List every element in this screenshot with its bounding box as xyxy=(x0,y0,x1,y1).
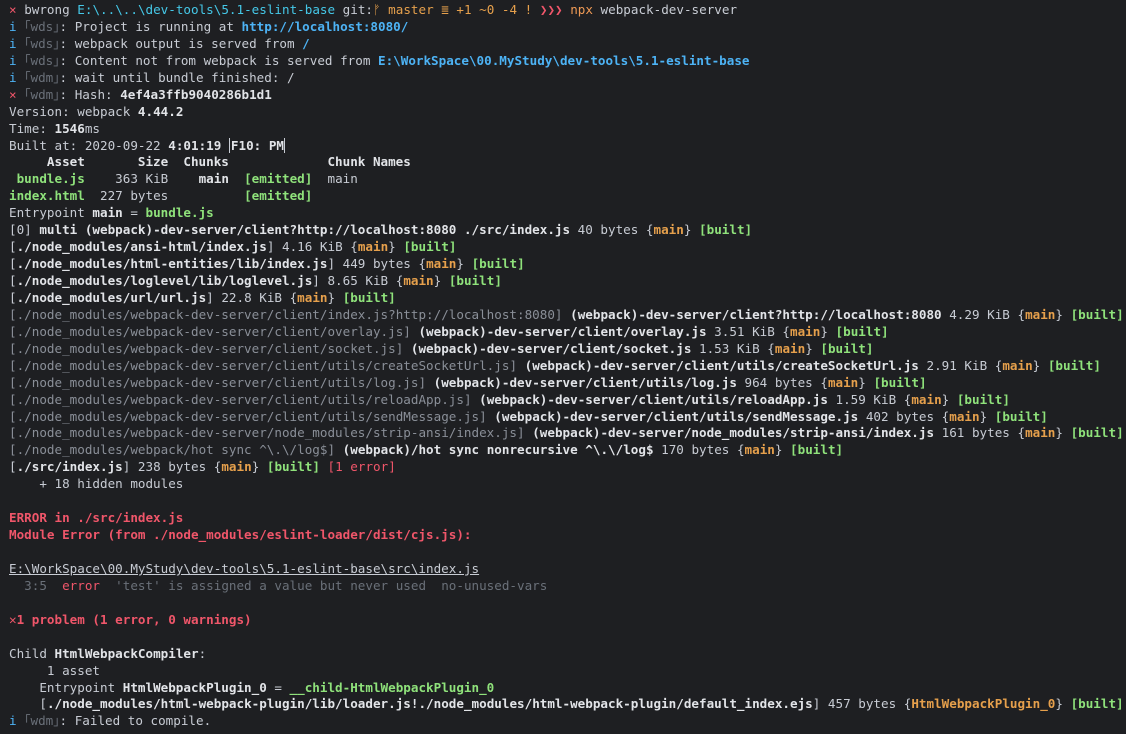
problem-summary: ✕1 problem (1 error, 0 warnings) xyxy=(9,611,252,627)
prompt-branch: master xyxy=(388,2,434,17)
asset-row: bundle.js 363 KiB main [emitted] main xyxy=(9,171,358,187)
module-line: [./node_modules/webpack-dev-server/clien… xyxy=(9,306,1124,322)
child-entrypoint: Entrypoint HtmlWebpackPlugin_0 = __child… xyxy=(9,679,495,695)
lint-message: 3:5 error 'test' is assigned a value but… xyxy=(9,577,548,593)
error-file-link[interactable]: E:\WorkSpace\00.MyStudy\dev-tools\5.1-es… xyxy=(9,561,1126,578)
prompt-args: webpack-dev-server xyxy=(600,2,738,17)
prompt-command: npx xyxy=(570,2,593,17)
module-line: [./src/index.js] 238 bytes {main} [built… xyxy=(9,459,396,475)
info-icon: i xyxy=(9,69,17,85)
terminal-output[interactable]: × bwrong E:\..\..\dev-tools\5.1-eslint-b… xyxy=(0,0,1126,730)
child-asset-count: 1 asset xyxy=(9,662,100,678)
module-line: [0] multi (webpack)-dev-server/client?ht… xyxy=(9,222,753,238)
prompt-arrows: ❯❯❯ xyxy=(539,2,563,17)
error-title: ERROR in ./src/index.js xyxy=(9,510,184,526)
module-line: [./node_modules/webpack-dev-server/clien… xyxy=(9,391,1010,407)
info-icon: i xyxy=(9,35,17,51)
prompt-path: E:\..\..\dev-tools\5.1-eslint-base xyxy=(77,2,336,17)
text-cursor xyxy=(228,137,230,153)
version-line: Version: webpack 4.44.2 xyxy=(9,103,184,119)
child-module-line: [./node_modules/html-webpack-plugin/lib/… xyxy=(39,696,1124,712)
log-line: × ｢wdm｣: Hash: 4ef4a3ffb9040286b1d1 xyxy=(9,86,272,102)
log-line: i ｢wdm｣: Failed to compile. xyxy=(9,713,212,729)
log-line: i ｢wds｣: webpack output is served from / xyxy=(9,35,310,51)
dev-server-url-link[interactable]: http://localhost:8080/ xyxy=(242,19,409,34)
hidden-modules: + 18 hidden modules xyxy=(9,476,184,492)
module-line: [./node_modules/webpack-dev-server/clien… xyxy=(9,323,889,339)
module-line: [./node_modules/webpack-dev-server/clien… xyxy=(9,374,927,390)
cross-icon: × xyxy=(9,2,17,17)
log-line: i ｢wds｣: Project is running at http://lo… xyxy=(9,18,409,34)
compile-status: : Failed to compile. xyxy=(59,713,212,729)
module-line: [./node_modules/loglevel/lib/loglevel.js… xyxy=(9,273,502,288)
built-at-line: Built at: 2020-09-22 4:01:19 F10: PM xyxy=(9,137,285,153)
prompt-line: × bwrong E:\..\..\dev-tools\5.1-eslint-b… xyxy=(9,2,1126,19)
prompt-user: bwrong xyxy=(24,2,70,17)
error-module: Module Error (from ./node_modules/eslint… xyxy=(9,527,472,543)
module-line: [./node_modules/webpack-dev-server/clien… xyxy=(9,340,874,356)
asset-row: index.html 227 bytes [emitted] xyxy=(9,188,313,204)
module-line: [./node_modules/webpack-dev-server/clien… xyxy=(9,357,1101,373)
asset-table-header: Asset Size Chunks Chunk Names xyxy=(9,154,411,170)
module-line: [./node_modules/url/url.js] 22.8 KiB {ma… xyxy=(9,289,396,305)
module-line: [./node_modules/webpack-dev-server/clien… xyxy=(9,408,1048,424)
info-icon: i xyxy=(9,18,17,34)
error-count-badge: [1 error] xyxy=(327,459,396,475)
info-icon: i xyxy=(9,52,17,68)
cross-icon: × xyxy=(9,86,17,102)
time-line: Time: 1546ms xyxy=(9,120,101,136)
text-cursor xyxy=(283,137,285,153)
prompt-git-status: ≣ +1 ~0 -4 ! xyxy=(441,2,533,17)
entrypoint-line: Entrypoint main = bundle.js xyxy=(9,205,214,221)
module-line: [./node_modules/html-entities/lib/index.… xyxy=(9,256,525,272)
info-icon: i xyxy=(9,713,17,729)
child-compiler: Child HtmlWebpackCompiler: xyxy=(9,645,207,661)
prompt-git-label: git: xyxy=(342,2,374,17)
module-line: [./node_modules/webpack-dev-server/node_… xyxy=(9,425,1124,441)
module-line: [./node_modules/ansi-html/index.js] 4.16… xyxy=(9,239,457,255)
build-hash: 4ef4a3ffb9040286b1d1 xyxy=(120,86,272,102)
module-line: [./node_modules/webpack/hot sync ^\.\/lo… xyxy=(9,442,844,458)
log-line: i ｢wdm｣: wait until bundle finished: / xyxy=(9,69,295,85)
log-line: i ｢wds｣: Content not from webpack is ser… xyxy=(9,52,750,68)
branch-icon: ᚠ xyxy=(373,2,381,17)
